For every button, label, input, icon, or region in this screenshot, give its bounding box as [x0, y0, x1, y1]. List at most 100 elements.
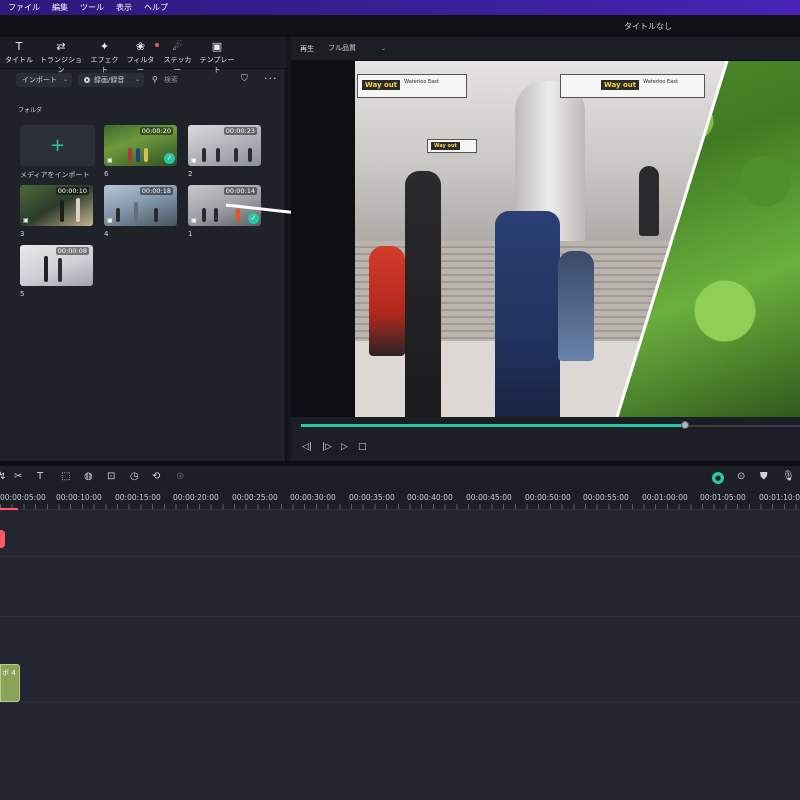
play-icon[interactable]: ▷ [341, 442, 348, 452]
microphone-icon[interactable]: 🎙 [782, 471, 795, 482]
step-forward-icon[interactable]: |▷ [322, 442, 332, 452]
menu-tools[interactable]: ツール [80, 2, 104, 13]
search-placeholder: 検索 [163, 76, 178, 84]
media-clip-5[interactable]: 00:00:08 [20, 245, 93, 286]
media-clip-6[interactable]: 00:00:20 ▣ ✓ [104, 125, 177, 166]
quality-dropdown[interactable]: フル品質 ⌄ [322, 41, 392, 56]
playback-scrubber[interactable] [291, 417, 800, 433]
video-viewer[interactable]: Way out Waterloo East Way out Waterloo Eas… [291, 60, 800, 417]
title-icon: T [15, 40, 23, 53]
timeline-clip[interactable]: ボ 4 [0, 664, 20, 702]
clip-figure [202, 208, 206, 222]
sticker-icon: ☄ [172, 40, 183, 53]
ruler-time: 00:00:20:00 [173, 493, 219, 502]
menu-file[interactable]: ファイル [8, 2, 40, 13]
play-circle-icon[interactable]: ⊙ [737, 471, 745, 482]
chevron-down-icon: ⌄ [134, 76, 140, 83]
import-dropdown[interactable]: インポート ⌄ [16, 73, 72, 87]
timeline-ruler[interactable]: 00:00:05:00 00:00:10:00 00:00:15:00 00:0… [0, 490, 800, 510]
media-panel: T タイトル ⇄ トランジション ✦ エフェクト ❀ フィルター ☄ ステッカー… [0, 37, 286, 461]
clip-name: 4 [104, 230, 109, 238]
ruler-time: 00:00:10:00 [56, 493, 102, 502]
ruler-time: 00:00:05:00 [0, 493, 46, 502]
filter-fx-icon: ❀ [135, 40, 146, 53]
menu-edit[interactable]: 編集 [52, 2, 68, 13]
playhead-indicator[interactable] [0, 508, 18, 510]
scissors-icon[interactable]: ✂ [14, 471, 22, 482]
ruler-time: 00:00:50:00 [525, 493, 571, 502]
ruler-ticks [0, 504, 800, 509]
search-input[interactable]: ⚲ 検索 [152, 73, 178, 87]
ruler-time: 00:01:00:00 [642, 493, 688, 502]
track-divider [0, 702, 800, 703]
clip-figure [58, 258, 62, 282]
media-subbar: インポート ⌄ 録画/録音 ⌄ ⚲ 検索 ⛉ ··· [0, 70, 286, 90]
preview-frame: Way out Waterloo East Way out Waterloo Eas… [355, 61, 800, 417]
clip-name: 3 [20, 230, 25, 238]
render-icon[interactable]: ● [712, 472, 724, 484]
clip-figure [144, 148, 148, 162]
tool-title-label: タイトル [5, 56, 33, 64]
tool-title[interactable]: T タイトル [5, 41, 33, 65]
transition-edge-line [615, 61, 729, 417]
timeline-marker[interactable] [0, 530, 5, 548]
ruler-time: 00:00:30:00 [290, 493, 336, 502]
video-icon: ▣ [107, 157, 113, 164]
timeline-panel: ↯ ✂ T ⬚ ◍ ⊡ ◷ ⟲ ⊛ ● ⊙ ⛊ 🎙 00:00:05:00 00… [0, 466, 800, 800]
title-bar: タイトルなし [0, 15, 800, 37]
clip-duration: 00:00:20 [139, 127, 173, 135]
more-options-icon[interactable]: ··· [264, 72, 278, 85]
crop-icon[interactable]: ⬚ [61, 471, 70, 482]
stop-icon[interactable]: □ [358, 442, 367, 452]
import-dropdown-label: インポート [22, 76, 57, 84]
playback-controls: ◁| |▷ ▷ □ [291, 439, 800, 457]
filter-icon[interactable]: ⛉ [241, 74, 248, 84]
clip-name: 5 [20, 290, 25, 298]
step-back-icon[interactable]: ◁| [302, 442, 312, 452]
ruler-time: 00:01:05:00 [700, 493, 746, 502]
ruler-time: 00:00:35:00 [349, 493, 395, 502]
clip-figure [214, 208, 218, 222]
import-media-button[interactable]: + [20, 125, 95, 166]
new-badge-dot [155, 43, 159, 47]
track-divider [0, 616, 800, 617]
adjust-icon[interactable]: ⊡ [107, 471, 115, 482]
transition-edge [615, 61, 729, 417]
clip-figure [236, 208, 240, 222]
record-dropdown[interactable]: 録画/録音 ⌄ [78, 73, 144, 87]
speed-icon[interactable]: ◷ [130, 471, 139, 482]
used-check-icon: ✓ [164, 153, 175, 164]
scrub-handle[interactable] [681, 421, 690, 429]
template-icon: ▣ [211, 40, 223, 53]
ruler-time: 00:00:15:00 [115, 493, 161, 502]
media-clip-2[interactable]: 00:00:23 ▣ [188, 125, 261, 166]
clip-figure [202, 148, 206, 162]
motion-icon[interactable]: ⟲ [152, 471, 160, 482]
media-clip-1[interactable]: 00:00:14 ▣ ✓ [188, 185, 261, 226]
text-icon[interactable]: T [37, 471, 43, 482]
clip-figure [154, 208, 158, 222]
media-clip-3[interactable]: 00:00:10 ▣ [20, 185, 93, 226]
ruler-time: 00:00:40:00 [407, 493, 453, 502]
quality-label: フル品質 [328, 44, 356, 52]
clip-figure [216, 148, 220, 162]
clip-figure [128, 148, 132, 162]
transition-icon: ⇄ [56, 40, 66, 53]
import-media-label: メディアをインポート [20, 171, 90, 179]
menu-view[interactable]: 表示 [116, 2, 132, 13]
split-icon[interactable]: ↯ [0, 471, 6, 482]
shield-icon[interactable]: ⛊ [760, 471, 768, 482]
clip-figure [248, 148, 252, 162]
clip-duration: 00:00:23 [223, 127, 257, 135]
clip-name: 6 [104, 170, 109, 178]
menu-help[interactable]: ヘルプ [144, 2, 168, 13]
ruler-time: 00:00:25:00 [232, 493, 278, 502]
folder-label: フォルダ [18, 107, 43, 114]
ruler-time: 00:00:55:00 [583, 493, 629, 502]
preview-header: 再生 フル品質 ⌄ [291, 37, 800, 60]
ruler-time: 00:00:45:00 [466, 493, 512, 502]
chevron-down-icon: ⌄ [380, 45, 386, 52]
color-icon[interactable]: ◍ [84, 471, 93, 482]
media-clip-4[interactable]: 00:00:18 ▣ [104, 185, 177, 226]
clip-duration: 00:00:18 [139, 187, 173, 195]
